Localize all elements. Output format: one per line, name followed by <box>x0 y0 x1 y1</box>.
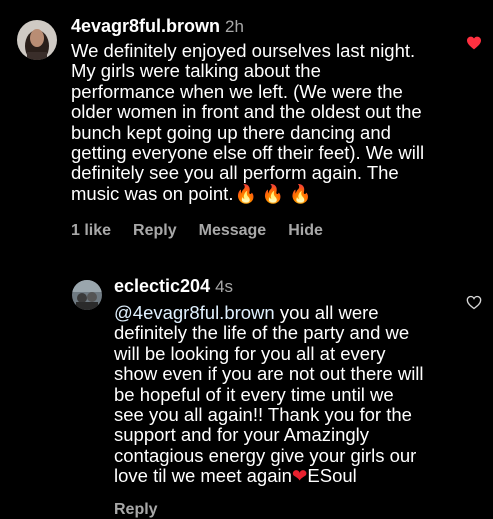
reply-line: show even if you are not out there will <box>114 363 424 385</box>
reply-button[interactable]: Reply <box>114 501 158 519</box>
reply-button[interactable]: Reply <box>133 222 177 240</box>
comment-line: music was on point.🔥 🔥 🔥 <box>71 182 424 204</box>
red-heart-emoji: ❤ <box>291 465 308 487</box>
comment-line: My girls were talking about the <box>71 60 321 82</box>
reply-text: @4evagr8ful.brown you all were definitel… <box>114 302 424 487</box>
comment-last-text: music was on point. <box>71 182 234 204</box>
signature: ESoul <box>307 465 357 487</box>
comment-text: We definitely enjoyed ourselves last nig… <box>71 40 425 204</box>
avatar[interactable] <box>17 20 57 60</box>
comment-line: getting everyone else off their feet). W… <box>71 142 425 164</box>
reply-actions: Reply <box>114 501 180 519</box>
timestamp: 2h <box>225 17 244 36</box>
fire-emoji: 🔥 🔥 🔥 <box>234 183 312 204</box>
reply-first-line: you all were <box>274 302 379 323</box>
username[interactable]: eclectic204 <box>114 276 210 296</box>
reply-line: will be looking for you all at every <box>114 342 386 364</box>
comment-line: bunch kept going up there dancing and <box>71 121 391 143</box>
comment-line: older women in front and the oldest out … <box>71 101 422 123</box>
mention-link[interactable]: @4evagr8ful.brown <box>114 302 275 323</box>
reply-line: @4evagr8ful.brown you all were <box>114 302 424 323</box>
hide-button[interactable]: Hide <box>288 222 323 240</box>
reply-last-text: love til we meet again <box>114 465 292 487</box>
timestamp: 4s <box>215 277 234 296</box>
username[interactable]: 4evagr8ful.brown <box>71 16 220 36</box>
heart-outline-icon[interactable] <box>466 295 482 315</box>
message-button[interactable]: Message <box>199 222 267 240</box>
comment-line: We definitely enjoyed ourselves last nig… <box>71 40 416 61</box>
avatar[interactable] <box>72 280 102 310</box>
reply-line: be hopeful of it every time until we <box>114 383 394 405</box>
reply-line: contagious energy give your girls our <box>114 444 417 466</box>
reply-line: support and for your Amazingly <box>114 424 370 446</box>
reply-header: eclectic204 4s <box>114 276 233 297</box>
heart-filled-icon[interactable] <box>466 36 482 55</box>
reply-line: love til we meet again❤ESoul <box>114 466 424 486</box>
reply-line: definitely the life of the party and we <box>114 322 410 344</box>
comment-actions: 1 like Reply Message Hide <box>71 222 345 240</box>
comment-line: performance when we left. (We were the <box>71 80 403 102</box>
comment-line: definitely see you all perform again. Th… <box>71 162 399 184</box>
likes-count[interactable]: 1 like <box>71 222 111 240</box>
reply-line: see you all again!! Thank you for the <box>114 404 412 426</box>
comment-header: 4evagr8ful.brown 2h <box>71 16 244 37</box>
